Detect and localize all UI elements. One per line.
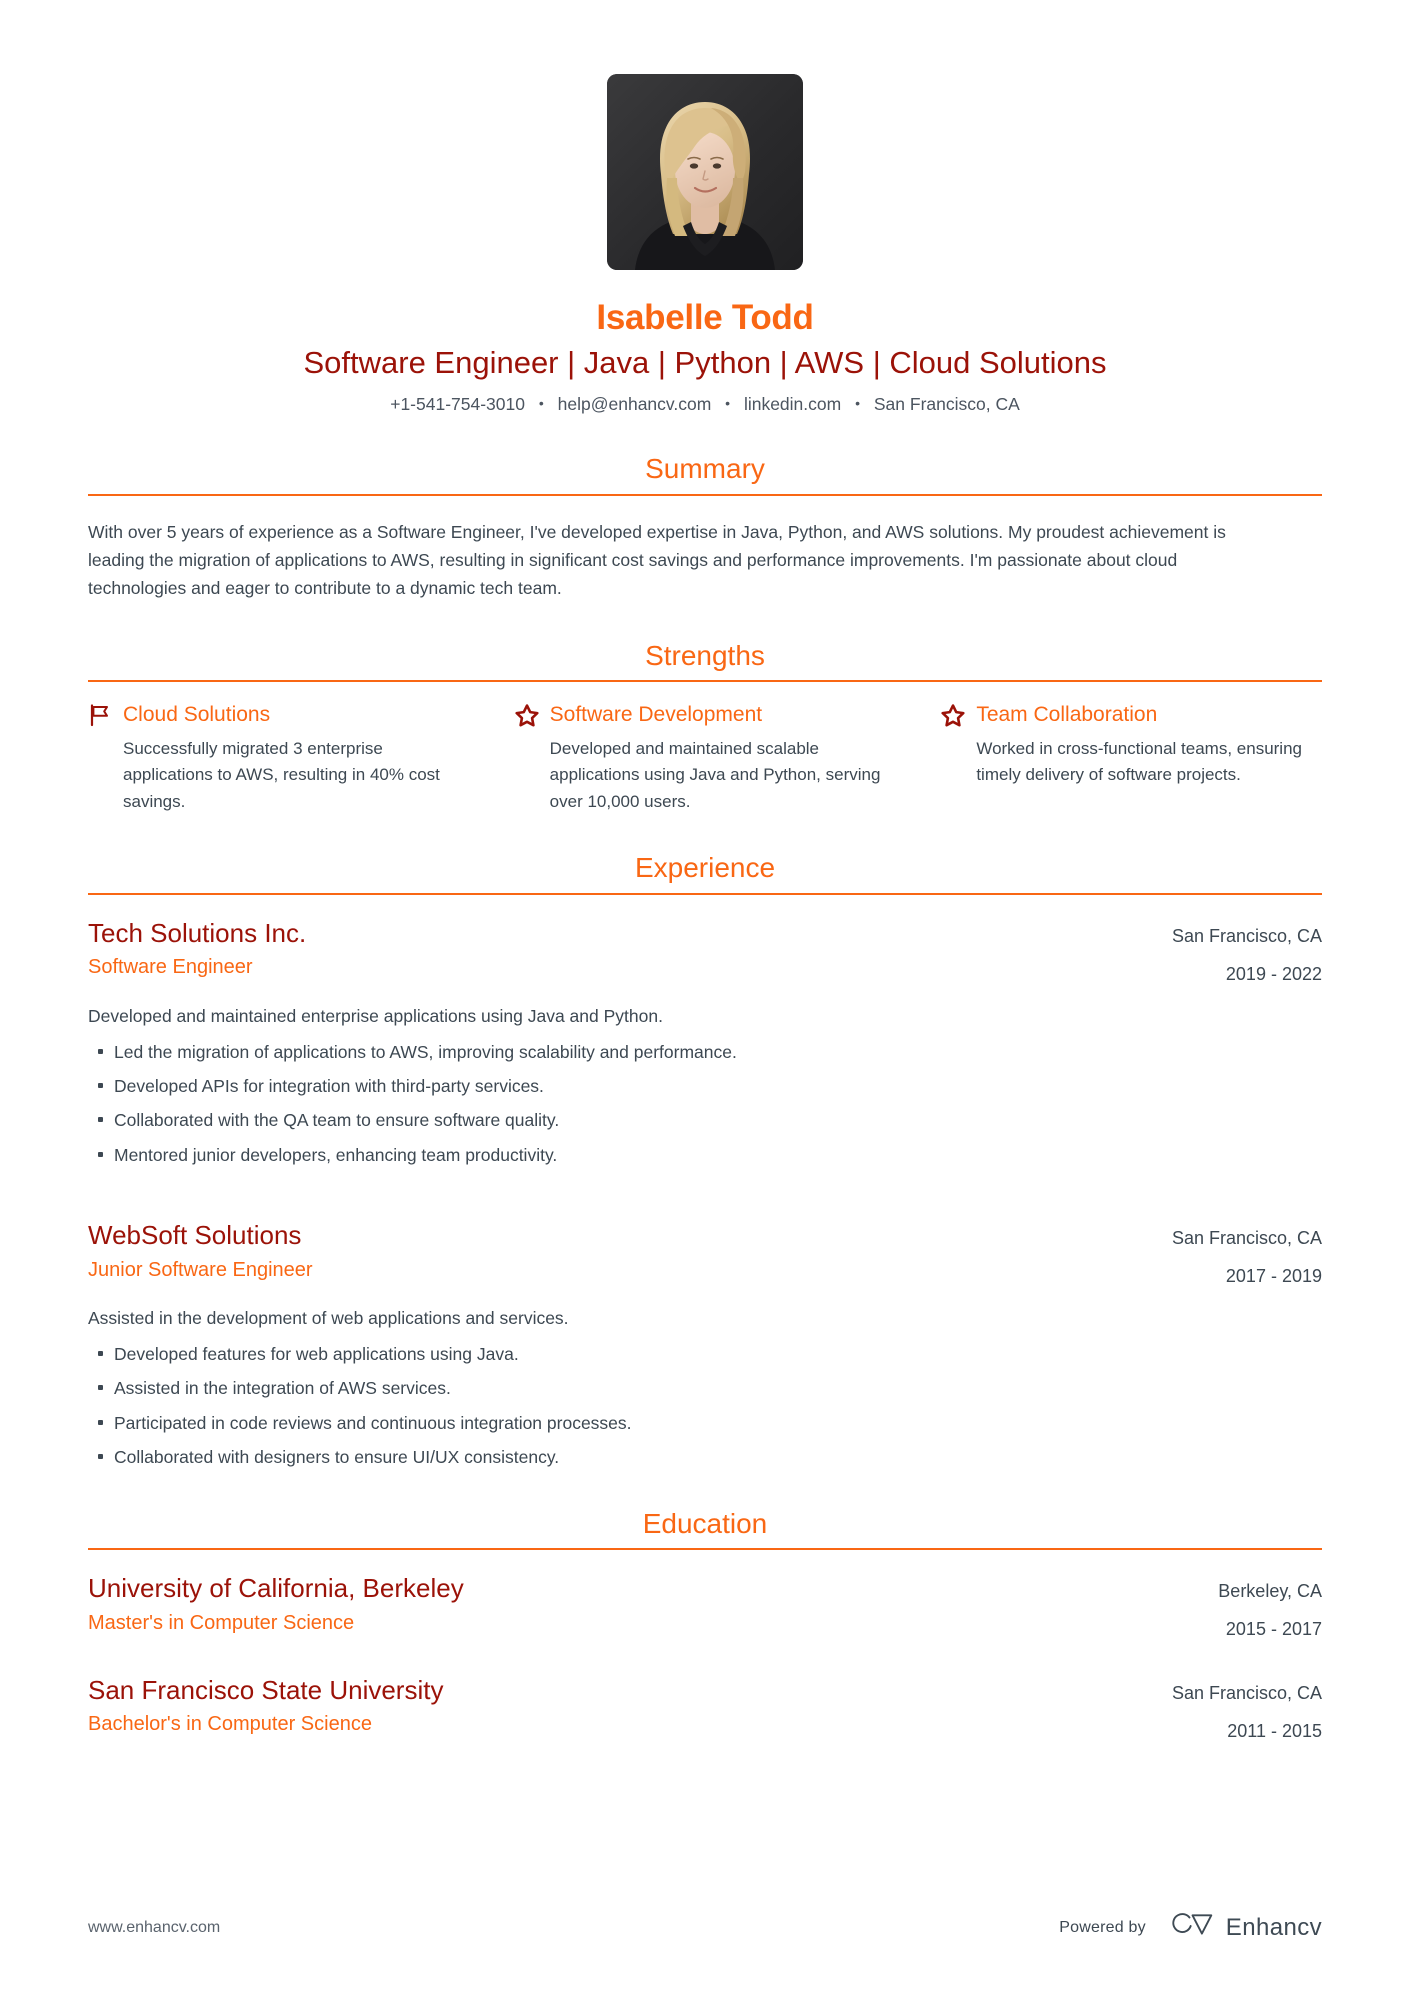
experience-entry-main: Tech Solutions Inc. Software Engineer <box>88 917 1152 981</box>
powered-by-label: Powered by <box>1059 1918 1146 1936</box>
strength-header: Software Development <box>515 702 896 727</box>
experience-entry: WebSoft Solutions Junior Software Engine… <box>88 1219 1322 1470</box>
star-icon <box>515 703 539 727</box>
section-title-experience: Experience <box>634 852 776 884</box>
section-title-summary: Summary <box>645 453 765 485</box>
contact-separator-icon: • <box>725 395 731 412</box>
experience-company: WebSoft Solutions <box>88 1220 302 1251</box>
education-meta: San Francisco, CA 2011 - 2015 <box>1152 1674 1322 1746</box>
page-title: Isabelle Todd <box>596 298 814 337</box>
avatar-wrapper <box>88 74 1322 270</box>
experience-summary: Developed and maintained enterprise appl… <box>88 1005 663 1026</box>
experience-body: Tech Solutions Inc. Software Engineer Sa… <box>88 895 1322 1471</box>
contact-email[interactable]: help@enhancv.com <box>558 394 712 414</box>
section-title-strengths: Strengths <box>645 639 765 671</box>
section-strengths: Strengths Cloud Solutions Successfully m… <box>88 639 1322 815</box>
education-location: San Francisco, CA <box>1171 1682 1322 1703</box>
footer-branding: Powered by Enhancv <box>1059 1912 1322 1943</box>
experience-company: Tech Solutions Inc. <box>88 917 307 948</box>
experience-bullet-list: Led the migration of applications to AWS… <box>88 1040 1322 1169</box>
experience-role: Junior Software Engineer <box>88 1258 313 1281</box>
flag-icon <box>88 703 112 727</box>
education-location: Berkeley, CA <box>1218 1581 1322 1602</box>
education-entry-main: University of California, Berkeley Maste… <box>88 1572 1198 1636</box>
experience-bullet: Led the migration of applications to AWS… <box>96 1040 1322 1065</box>
contact-separator-icon: • <box>538 395 544 412</box>
contact-line: +1-541-754-3010 • help@enhancv.com • lin… <box>88 393 1322 416</box>
section-education: Education University of California, Berk… <box>88 1507 1322 1746</box>
experience-summary: Assisted in the development of web appli… <box>88 1307 569 1328</box>
strength-title: Software Development <box>549 703 763 727</box>
section-summary: Summary With over 5 years of experience … <box>88 452 1322 603</box>
education-entry-header: San Francisco State University Bachelor'… <box>88 1674 1322 1746</box>
experience-bullet-list: Developed features for web applications … <box>88 1342 1322 1471</box>
strengths-grid: Cloud Solutions Successfully migrated 3 … <box>88 682 1322 815</box>
footer-website-link[interactable]: www.enhancv.com <box>88 1919 220 1937</box>
page-footer: www.enhancv.com Powered by Enhancv <box>88 1912 1322 1943</box>
experience-role: Software Engineer <box>88 956 253 979</box>
avatar <box>607 74 803 270</box>
experience-bullet: Developed features for web applications … <box>96 1342 1322 1367</box>
strength-description: Worked in cross-functional teams, ensuri… <box>976 738 1302 785</box>
experience-bullet: Collaborated with designers to ensure UI… <box>96 1445 1322 1470</box>
enhancv-brand[interactable]: Enhancv <box>1168 1912 1322 1943</box>
contact-separator-icon: • <box>855 395 860 412</box>
experience-bullet: Collaborated with the QA team to ensure … <box>96 1108 1322 1133</box>
strength-title: Team Collaboration <box>976 703 1158 727</box>
strength-title: Cloud Solutions <box>123 703 271 727</box>
resume-page: Isabelle Todd Software Engineer | Java |… <box>0 0 1410 1995</box>
education-dates: 2011 - 2015 <box>1227 1720 1322 1741</box>
experience-entry: Tech Solutions Inc. Software Engineer Sa… <box>88 917 1322 1168</box>
strength-item: Team Collaboration Worked in cross-funct… <box>941 702 1322 815</box>
experience-dates: 2017 - 2019 <box>1225 1266 1322 1287</box>
education-school: San Francisco State University <box>88 1674 444 1705</box>
experience-bullet: Mentored junior developers, enhancing te… <box>96 1143 1322 1168</box>
experience-entry-header: WebSoft Solutions Junior Software Engine… <box>88 1219 1322 1291</box>
experience-meta: San Francisco, CA 2019 - 2022 <box>1152 917 1322 989</box>
experience-dates: 2019 - 2022 <box>1225 963 1322 984</box>
education-meta: Berkeley, CA 2015 - 2017 <box>1198 1572 1322 1644</box>
education-school: University of California, Berkeley <box>88 1573 464 1604</box>
summary-body: With over 5 years of experience as a Sof… <box>88 496 1322 603</box>
strength-item: Software Development Developed and maint… <box>515 702 896 815</box>
contact-location: San Francisco, CA <box>873 394 1020 415</box>
education-entry-main: San Francisco State University Bachelor'… <box>88 1674 1152 1738</box>
contact-website[interactable]: linkedin.com <box>744 394 841 414</box>
education-body: University of California, Berkeley Maste… <box>88 1550 1322 1746</box>
experience-entry-header: Tech Solutions Inc. Software Engineer Sa… <box>88 917 1322 989</box>
experience-bullet: Developed APIs for integration with thir… <box>96 1074 1322 1099</box>
experience-bullet: Participated in code reviews and continu… <box>96 1411 1322 1436</box>
enhancv-logo-icon <box>1168 1912 1214 1943</box>
star-icon <box>941 703 965 727</box>
education-degree: Bachelor's in Computer Science <box>88 1713 372 1736</box>
experience-bullet: Assisted in the integration of AWS servi… <box>96 1376 1322 1401</box>
professional-headline: Software Engineer | Java | Python | AWS … <box>303 345 1107 381</box>
education-entry: San Francisco State University Bachelor'… <box>88 1674 1322 1746</box>
contact-phone[interactable]: +1-541-754-3010 <box>390 394 525 414</box>
education-entry: University of California, Berkeley Maste… <box>88 1572 1322 1644</box>
strength-description: Developed and maintained scalable applic… <box>549 738 881 811</box>
strength-header: Team Collaboration <box>941 702 1322 727</box>
experience-location: San Francisco, CA <box>1171 925 1322 946</box>
resume-header: Isabelle Todd Software Engineer | Java |… <box>88 0 1322 416</box>
education-entry-header: University of California, Berkeley Maste… <box>88 1572 1322 1644</box>
section-title-education: Education <box>642 1507 768 1539</box>
summary-text: With over 5 years of experience as a Sof… <box>88 521 1226 599</box>
experience-entry-main: WebSoft Solutions Junior Software Engine… <box>88 1219 1152 1283</box>
education-degree: Master's in Computer Science <box>88 1611 355 1634</box>
enhancv-brand-name: Enhancv <box>1225 1913 1322 1941</box>
education-dates: 2015 - 2017 <box>1225 1619 1322 1640</box>
strength-header: Cloud Solutions <box>88 702 469 727</box>
experience-meta: San Francisco, CA 2017 - 2019 <box>1152 1219 1322 1291</box>
strength-item: Cloud Solutions Successfully migrated 3 … <box>88 702 469 815</box>
experience-location: San Francisco, CA <box>1171 1228 1322 1249</box>
section-experience: Experience Tech Solutions Inc. Software … <box>88 851 1322 1470</box>
strength-description: Successfully migrated 3 enterprise appli… <box>123 738 440 811</box>
